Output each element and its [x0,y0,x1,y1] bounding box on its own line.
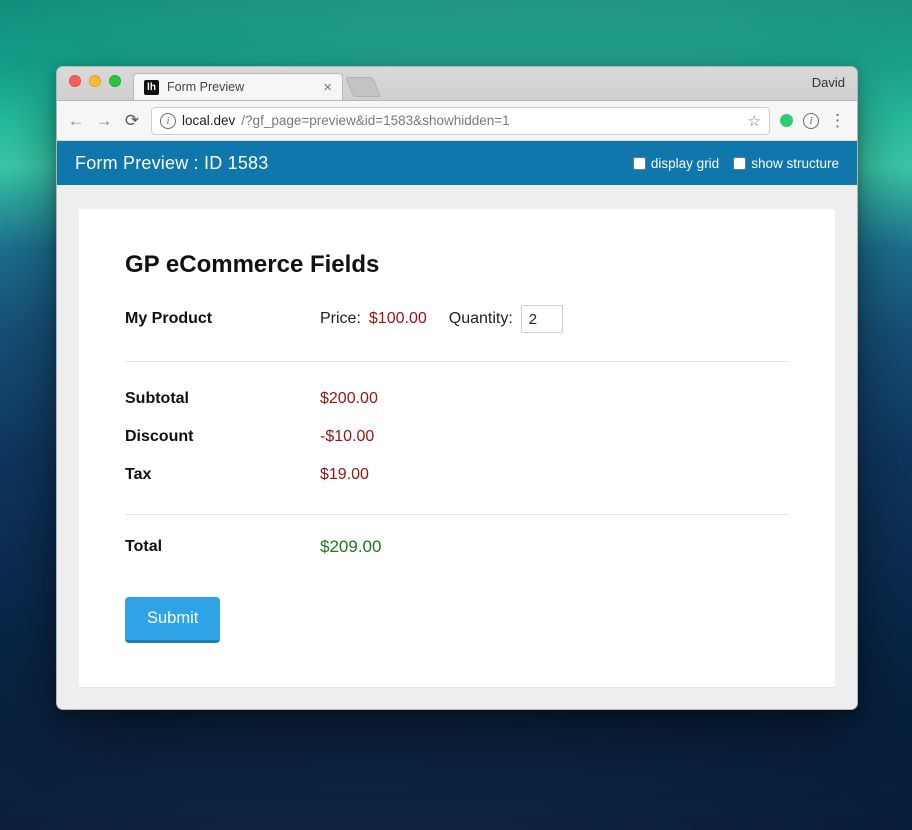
tax-label: Tax [125,466,320,484]
price-value: $100.00 [369,310,427,328]
subtotal-label: Subtotal [125,390,320,408]
total-value: $209.00 [320,537,381,557]
discount-row: Discount -$10.00 [125,418,789,456]
show-structure-label: show structure [751,156,839,171]
new-tab-button[interactable] [345,77,381,97]
product-name: My Product [125,310,320,328]
address-bar[interactable]: i local.dev /?gf_page=preview&id=1583&sho… [151,107,770,135]
display-grid-label: display grid [651,156,719,171]
page-info-icon[interactable]: i [803,113,819,129]
browser-menu-icon[interactable]: ⋮ [829,111,847,131]
subtotal-row: Subtotal $200.00 [125,380,789,418]
quantity-label: Quantity: [449,310,513,328]
forward-button[interactable]: → [95,111,113,131]
window-controls [67,67,127,100]
site-info-icon[interactable]: i [160,113,176,129]
tax-value: $19.00 [320,466,369,484]
browser-toolbar: ← → ⟳ i local.dev /?gf_page=preview&id=15… [57,101,857,141]
calc-section: Subtotal $200.00 Discount -$10.00 Tax $1… [125,362,789,515]
show-structure-checkbox[interactable] [733,157,746,170]
tax-row: Tax $19.00 [125,456,789,494]
bookmark-icon[interactable]: ☆ [748,112,761,130]
price-label: Price: [320,310,361,328]
back-button[interactable]: ← [67,111,85,131]
minimize-window-button[interactable] [89,75,101,87]
quantity-input[interactable] [521,305,563,333]
product-row: My Product Price: $100.00 Quantity: [125,305,789,362]
tab-bar: lh Form Preview × David [57,67,857,101]
subtotal-value: $200.00 [320,390,378,408]
url-path: /?gf_page=preview&id=1583&showhidden=1 [241,113,509,128]
discount-label: Discount [125,428,320,446]
browser-window: lh Form Preview × David ← → ⟳ i local.de… [56,66,858,710]
close-window-button[interactable] [69,75,81,87]
tab-close-icon[interactable]: × [323,80,332,95]
preview-header: Form Preview : ID 1583 display grid show… [57,141,857,185]
preview-title: Form Preview : ID 1583 [75,153,268,174]
discount-value: -$10.00 [320,428,374,446]
display-grid-checkbox[interactable] [633,157,646,170]
preview-options: display grid show structure [633,156,839,171]
form-title: GP eCommerce Fields [125,251,789,279]
profile-name[interactable]: David [812,75,845,90]
page-viewport: Form Preview : ID 1583 display grid show… [57,141,857,709]
show-structure-toggle[interactable]: show structure [733,156,839,171]
browser-tab[interactable]: lh Form Preview × [133,73,343,100]
reload-button[interactable]: ⟳ [123,111,141,131]
tab-title: Form Preview [167,80,244,94]
display-grid-toggle[interactable]: display grid [633,156,719,171]
total-row: Total $209.00 [125,515,789,563]
total-label: Total [125,538,320,556]
submit-button[interactable]: Submit [125,597,220,643]
url-host: local.dev [182,113,235,128]
zoom-window-button[interactable] [109,75,121,87]
form-card: GP eCommerce Fields My Product Price: $1… [79,209,835,687]
extension-icon[interactable] [780,114,793,127]
tab-favicon: lh [144,80,159,95]
